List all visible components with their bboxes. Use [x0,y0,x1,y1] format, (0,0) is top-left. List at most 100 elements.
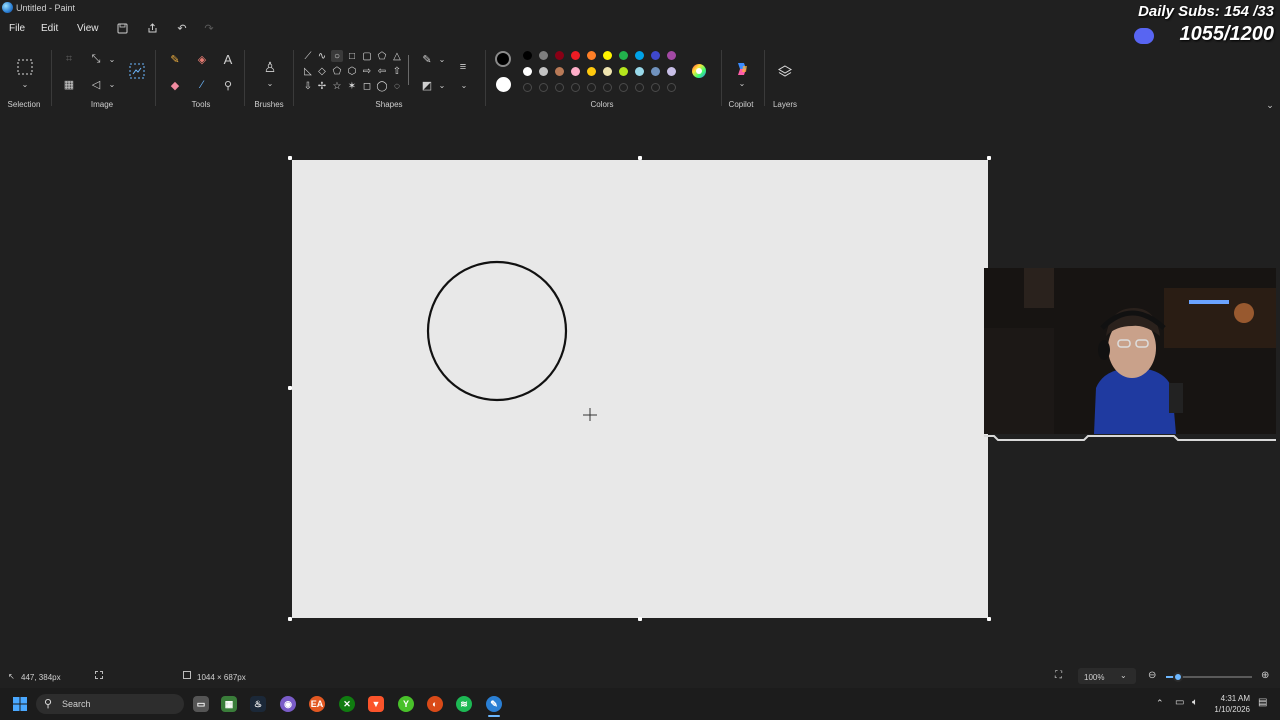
undo-icon[interactable]: ↶ [175,21,189,35]
fill-bucket-icon[interactable]: ◈ [194,51,210,67]
right-triangle-shape-icon[interactable]: ◺ [302,65,314,77]
custom-color-slot[interactable] [555,83,564,92]
zoom-out-icon[interactable]: ⊖ [1148,670,1156,681]
windows-start-icon[interactable] [12,696,28,712]
color-swatch[interactable] [667,51,676,60]
canvas-resize-handle[interactable] [987,156,991,160]
color-swatch[interactable] [667,67,676,76]
brave-browser-icon[interactable]: ▼ [368,696,384,712]
zoom-chevron-down-icon[interactable]: ⌄ [1120,671,1127,680]
color-swatch[interactable] [539,67,548,76]
clock-date[interactable]: 1/10/2026 [1210,705,1250,714]
fill-chevron-down-icon[interactable]: ⌄ [434,77,450,93]
brushes-chevron-down-icon[interactable]: ⌄ [262,75,278,91]
save-icon[interactable] [115,21,129,35]
custom-color-slot[interactable] [667,83,676,92]
diamond-shape-icon[interactable]: ◇ [316,65,328,77]
oval-callout-shape-icon[interactable]: ◯ [376,80,388,92]
rectangle-shape-icon[interactable]: □ [346,50,358,62]
background-removal-icon[interactable]: ▦ [61,76,77,92]
color-swatch[interactable] [571,67,580,76]
resize-chevron-down-icon[interactable]: ⌄ [104,51,120,67]
secondary-color-swatch[interactable] [496,77,511,92]
color-swatch[interactable] [539,51,548,60]
magnifier-icon[interactable]: ⚲ [220,77,236,93]
shape-size-chevron-down-icon[interactable]: ⌄ [456,77,472,93]
menu-view[interactable]: View [77,23,99,34]
right-arrow-shape-icon[interactable]: ⇨ [361,65,373,77]
spotify-icon[interactable]: ≋ [456,696,472,712]
custom-color-slot[interactable] [635,83,644,92]
task-view-icon[interactable]: ▭ [193,696,209,712]
left-arrow-shape-icon[interactable]: ⇦ [376,65,388,77]
zoom-slider-thumb[interactable] [1173,672,1183,682]
eraser-icon[interactable]: ◆ [167,77,183,93]
custom-color-slot[interactable] [539,83,548,92]
outline-chevron-down-icon[interactable]: ⌄ [434,51,450,67]
rounded-rectangle-shape-icon[interactable]: ▢ [361,50,373,62]
brush-icon[interactable]: ♙ [261,57,279,77]
line-shape-icon[interactable]: ⟋ [302,50,314,62]
text-tool-icon[interactable]: A [220,51,236,67]
custom-color-slot[interactable] [619,83,628,92]
minecraft-icon[interactable]: ▦ [221,696,237,712]
custom-color-slot[interactable] [523,83,532,92]
canvas-resize-handle[interactable] [288,156,292,160]
image-select-icon[interactable] [128,62,146,80]
shape-size-icon[interactable]: ≡ [455,59,471,75]
color-swatch[interactable] [619,51,628,60]
color-swatch[interactable] [603,67,612,76]
share-icon[interactable] [145,21,159,35]
collapse-ribbon-chevron-icon[interactable]: ⌄ [1262,97,1278,113]
taskbar-search-box[interactable]: ⚲ Search [36,694,184,714]
six-point-star-shape-icon[interactable]: ✶ [346,80,358,92]
custom-color-slot[interactable] [651,83,660,92]
color-swatch[interactable] [587,51,596,60]
rotate-icon[interactable]: ◁ [88,76,104,92]
rotate-chevron-down-icon[interactable]: ⌄ [104,76,120,92]
pentagon-shape-icon[interactable]: ⬠ [331,65,343,77]
clock-time[interactable]: 4:31 AM [1214,694,1250,703]
resize-icon[interactable]: ⤡ [88,51,104,67]
color-swatch[interactable] [635,51,644,60]
color-swatch[interactable] [523,67,532,76]
canvas-resize-handle[interactable] [987,617,991,621]
fill-icon[interactable]: ◩ [419,77,435,93]
menu-edit[interactable]: Edit [41,23,58,34]
canvas-resize-handle[interactable] [288,617,292,621]
fit-to-window-icon[interactable]: ⛶ [1055,670,1062,681]
layers-icon[interactable] [776,63,794,81]
hexagon-shape-icon[interactable]: ⬡ [346,65,358,77]
shapes-scrollbar[interactable] [408,55,409,85]
color-swatch[interactable] [603,51,612,60]
four-point-star-shape-icon[interactable]: ✢ [316,80,328,92]
color-swatch[interactable] [651,51,660,60]
steam-icon[interactable]: ♨ [250,696,266,712]
selection-chevron-down-icon[interactable]: ⌄ [17,76,33,92]
menu-file[interactable]: File [9,23,25,34]
app-icon[interactable]: ◐ [427,696,443,712]
oval-shape-icon[interactable]: ○ [331,50,343,62]
outline-icon[interactable]: ✎ [419,51,435,67]
zoom-in-icon[interactable]: ⊕ [1261,670,1269,681]
network-icon[interactable]: ▭ [1175,697,1184,708]
canvas-resize-handle[interactable] [288,386,292,390]
custom-color-slot[interactable] [603,83,612,92]
drawing-canvas[interactable] [292,160,988,618]
volume-icon[interactable]: 🔈︎ [1192,697,1198,708]
pencil-icon[interactable]: ✎ [167,51,183,67]
chevron-up-icon[interactable]: ⌃ [1156,698,1164,709]
five-point-star-shape-icon[interactable]: ☆ [331,80,343,92]
triangle-shape-icon[interactable]: △ [391,50,403,62]
rounded-callout-shape-icon[interactable]: ◻ [361,80,373,92]
color-swatch[interactable] [523,51,532,60]
color-swatch[interactable] [555,67,564,76]
cloud-callout-shape-icon[interactable]: ◌ [391,80,403,92]
color-swatch[interactable] [619,67,628,76]
custom-color-slot[interactable] [571,83,580,92]
app-icon[interactable]: Y [398,696,414,712]
copilot-chevron-down-icon[interactable]: ⌄ [734,75,750,91]
down-arrow-shape-icon[interactable]: ⇩ [302,80,314,92]
notification-icon[interactable]: ▤ [1258,697,1267,708]
polygon-shape-icon[interactable]: ⬠ [376,50,388,62]
